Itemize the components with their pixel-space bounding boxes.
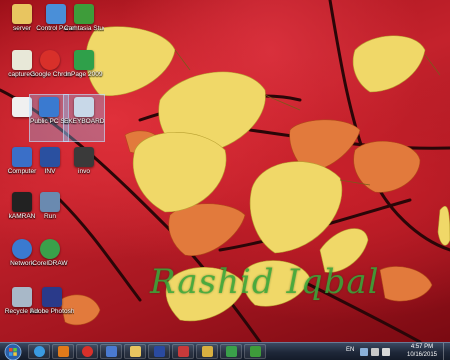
icon-label: Run — [44, 213, 56, 220]
volume-icon[interactable] — [382, 348, 390, 356]
icon-label: InPage 2009 — [65, 71, 103, 78]
camtasia-icon — [249, 346, 261, 357]
chrome-icon — [40, 50, 60, 70]
icon-label: EKEYBOARD — [64, 118, 104, 125]
computer-icon — [12, 147, 32, 167]
desktop-icon-photoshop[interactable]: Adobe Photosho... — [30, 285, 74, 331]
taskbar: EN 4:57 PM 10/16/2015 — [0, 342, 450, 360]
kamran-icon — [12, 192, 32, 212]
media-player-icon — [57, 346, 69, 357]
run-icon — [40, 192, 60, 212]
photoshop-icon — [153, 346, 165, 357]
app-green-icon — [225, 346, 237, 357]
camtasia-icon — [74, 4, 94, 24]
desktop[interactable]: Rashid Iqbal server capture-1 Computer k… — [0, 0, 450, 342]
desktop-icon-camtasia[interactable]: Camtasia Studio 7 — [64, 2, 104, 48]
folder-icon — [12, 4, 32, 24]
taskbar-explorer[interactable] — [124, 344, 146, 359]
show-desktop-button[interactable] — [443, 343, 450, 360]
network-icon — [12, 239, 32, 259]
inpage-icon — [74, 50, 94, 70]
coreldraw-icon — [40, 239, 60, 259]
language-indicator[interactable]: EN — [346, 347, 354, 353]
recycle-bin-icon — [12, 287, 32, 307]
document-icon — [12, 50, 32, 70]
text-file-icon — [12, 97, 32, 117]
icon-label: Public PC Suite — [30, 118, 68, 125]
desktop-icon-coreldraw[interactable]: CorelDRAW — [30, 237, 70, 283]
windows-logo-icon — [4, 343, 22, 360]
system-tray: EN 4:57 PM 10/16/2015 — [340, 343, 450, 360]
taskbar-camtasia[interactable] — [244, 344, 266, 359]
icon-label: invo — [78, 168, 90, 175]
network-tray-icon[interactable] — [371, 348, 379, 356]
desktop-icon-invo[interactable]: invo — [64, 145, 104, 191]
watermark-text: Rashid Iqbal — [150, 262, 380, 302]
tray-flag-icon[interactable] — [360, 348, 368, 356]
chrome-icon — [81, 346, 93, 357]
desktop-icon-keyboard[interactable]: EKEYBOARD — [63, 94, 105, 142]
icon-label: Camtasia Studio 7 — [64, 25, 104, 32]
taskbar-photoshop[interactable] — [148, 344, 170, 359]
icon-label: Adobe Photosho... — [30, 308, 74, 315]
start-button[interactable] — [2, 343, 24, 360]
desktop-icon-inpage[interactable]: InPage 2009 — [64, 48, 104, 94]
desktop-icon-pc-suite[interactable]: Public PC Suite — [29, 94, 69, 142]
clock-date[interactable]: 10/16/2015 — [404, 352, 440, 358]
inv-icon — [40, 147, 60, 167]
folder-icon — [201, 346, 213, 357]
movie-icon — [105, 346, 117, 357]
taskbar-chrome[interactable] — [76, 344, 98, 359]
photoshop-icon — [42, 287, 62, 307]
taskbar-ie[interactable] — [28, 344, 50, 359]
taskbar-movie[interactable] — [100, 344, 122, 359]
keyboard-icon — [74, 97, 94, 117]
clock-time[interactable]: 4:57 PM — [404, 344, 440, 350]
calc-icon — [177, 346, 189, 357]
taskbar-media-player[interactable] — [52, 344, 74, 359]
control-panel-icon — [46, 4, 66, 24]
taskbar-folder[interactable] — [196, 344, 218, 359]
explorer-icon — [129, 346, 141, 357]
internet-explorer-icon — [33, 346, 45, 357]
icon-label: CorelDRAW — [32, 260, 68, 267]
pc-suite-icon — [39, 97, 59, 117]
taskbar-app-green[interactable] — [220, 344, 242, 359]
taskbar-calc[interactable] — [172, 344, 194, 359]
invo-icon — [74, 147, 94, 167]
desktop-icon-run[interactable]: Run — [30, 190, 70, 236]
